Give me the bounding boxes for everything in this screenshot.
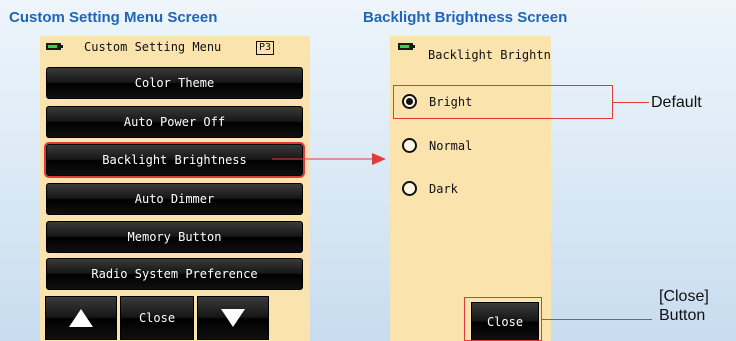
close-annotation-line1: [Close]: [659, 288, 709, 305]
close-annotation-line2: Button: [659, 307, 706, 324]
default-annotation: Default: [651, 94, 702, 111]
default-leader-line: [613, 102, 649, 103]
close-leader-line: [542, 319, 652, 320]
menu-to-screen-arrow: [272, 153, 386, 165]
